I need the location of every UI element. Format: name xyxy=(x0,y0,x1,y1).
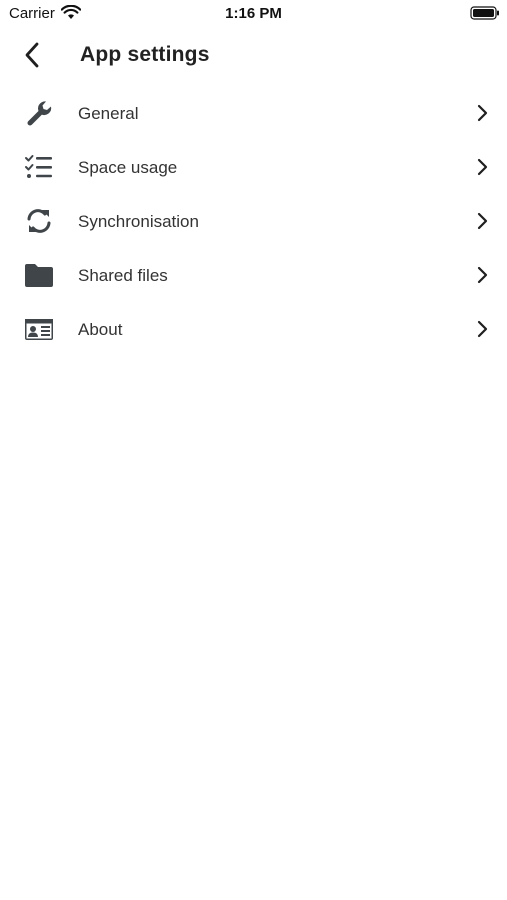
checklist-icon xyxy=(24,153,54,181)
menu-item-label: About xyxy=(78,320,123,339)
sync-icon xyxy=(24,207,54,235)
menu-item-label: Shared files xyxy=(78,266,168,285)
chevron-right-icon xyxy=(476,266,488,284)
status-time: 1:16 PM xyxy=(225,5,282,22)
battery-icon xyxy=(470,6,500,20)
menu-item-label: Space usage xyxy=(78,158,178,177)
folder-icon xyxy=(24,261,54,289)
id-card-icon xyxy=(24,315,54,343)
menu-item-shared-files[interactable]: Shared files xyxy=(0,248,507,302)
chevron-right-icon xyxy=(476,104,488,122)
chevron-right-icon xyxy=(476,158,488,176)
settings-menu: General Space usage Synchronisation Shar… xyxy=(0,86,507,356)
chevron-right-icon xyxy=(476,212,488,230)
menu-item-label: Synchronisation xyxy=(78,212,199,231)
chevron-right-icon xyxy=(476,320,488,338)
wrench-icon xyxy=(24,99,54,127)
menu-item-label: General xyxy=(78,104,139,123)
status-bar: Carrier 1:16 PM xyxy=(0,0,507,28)
menu-item-synchronisation[interactable]: Synchronisation xyxy=(0,194,507,248)
page-title: App settings xyxy=(80,43,210,66)
menu-item-about[interactable]: About xyxy=(0,302,507,356)
chevron-left-icon xyxy=(25,42,39,68)
back-button[interactable] xyxy=(14,38,54,74)
navigation-bar: App settings xyxy=(0,28,507,84)
menu-item-space-usage[interactable]: Space usage xyxy=(0,140,507,194)
menu-item-general[interactable]: General xyxy=(0,86,507,140)
